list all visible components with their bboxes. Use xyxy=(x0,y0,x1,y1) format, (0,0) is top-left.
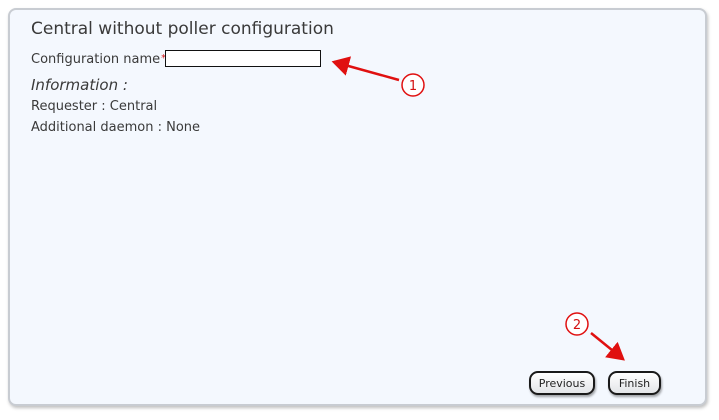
page-title: Central without poller configuration xyxy=(31,19,334,39)
configuration-name-input[interactable] xyxy=(165,50,321,67)
previous-button[interactable]: Previous xyxy=(529,371,595,395)
wizard-panel: Central without poller configuration Con… xyxy=(8,8,707,406)
additional-daemon-info: Additional daemon : None xyxy=(31,120,201,135)
configuration-name-label-text: Configuration name xyxy=(31,52,161,67)
information-heading: Information : xyxy=(31,76,128,94)
configuration-name-label: Configuration name* xyxy=(31,52,166,67)
requester-info: Requester : Central xyxy=(31,99,158,114)
finish-button[interactable]: Finish xyxy=(608,371,661,395)
